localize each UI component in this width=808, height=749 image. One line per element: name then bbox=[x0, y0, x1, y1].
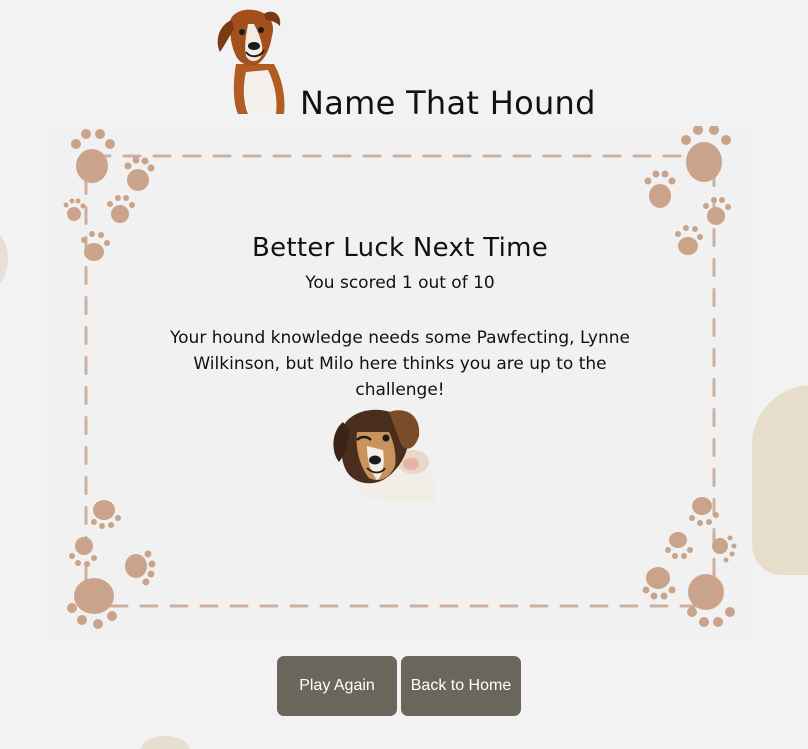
paw-print-icon bbox=[712, 535, 737, 563]
site-header: Name That Hound bbox=[214, 6, 604, 122]
paw-print-icon bbox=[91, 500, 121, 529]
winking-beagle-image bbox=[333, 409, 437, 502]
background-blob bbox=[752, 385, 808, 575]
result-card: Better Luck Next Time You scored 1 out o… bbox=[48, 126, 752, 640]
paw-print-icon bbox=[703, 197, 731, 225]
paw-print-icon bbox=[125, 550, 156, 586]
score-text: You scored 1 out of 10 bbox=[305, 273, 495, 293]
paw-print-icon bbox=[67, 578, 117, 629]
paw-print-icon bbox=[63, 198, 86, 221]
back-to-home-button[interactable]: Back to Home bbox=[401, 656, 521, 716]
result-heading: Better Luck Next Time bbox=[251, 233, 549, 263]
paw-print-icon bbox=[642, 567, 676, 600]
paw-print-icon bbox=[665, 532, 693, 559]
result-message: Your hound knowledge needs some Pawfecti… bbox=[170, 328, 630, 400]
page: Name That Hound Better Luck Next Time Yo… bbox=[0, 0, 808, 749]
boxer-dog-image bbox=[217, 9, 285, 114]
paw-print-icon bbox=[124, 156, 155, 191]
play-again-button[interactable]: Play Again bbox=[277, 656, 397, 716]
background-blob bbox=[0, 232, 8, 286]
page-title: Name That Hound bbox=[300, 84, 596, 122]
paw-print-icon bbox=[69, 537, 97, 567]
paw-print-icon bbox=[681, 126, 731, 182]
paw-print-icon bbox=[687, 574, 735, 627]
background-blob bbox=[140, 736, 190, 749]
paw-print-icon bbox=[107, 195, 135, 223]
paw-print-icon bbox=[644, 170, 676, 208]
